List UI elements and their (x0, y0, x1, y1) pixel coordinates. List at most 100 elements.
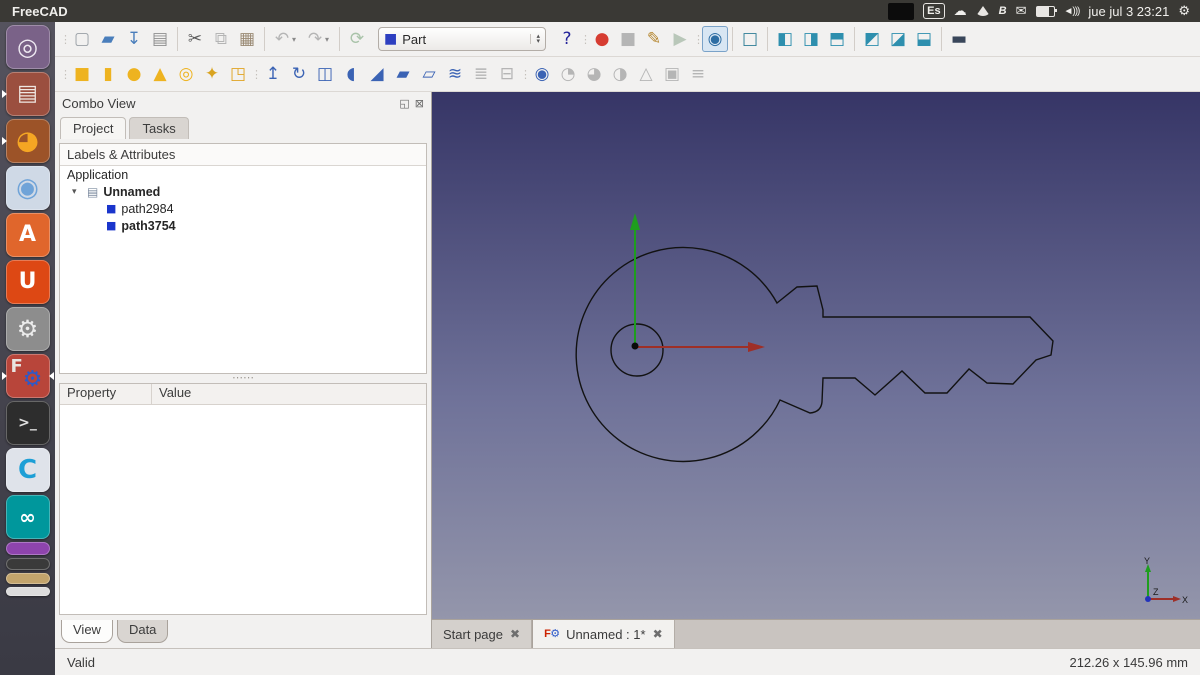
combo-view-tabs: Project Tasks (55, 114, 431, 139)
part-mirror-button[interactable]: ◫ (312, 61, 338, 87)
keyboard-layout-indicator[interactable]: Es (923, 3, 944, 19)
origin-point[interactable] (632, 343, 639, 350)
part-fillet-button[interactable]: ◖ (338, 61, 364, 87)
launcher-freecad[interactable]: ⚙F (6, 354, 50, 398)
part-cone-button[interactable]: ▲ (147, 61, 173, 87)
part-chamfer-button[interactable]: ◢ (364, 61, 390, 87)
launcher-chromium[interactable]: ◉ (6, 166, 50, 210)
view-left-button[interactable]: ◪ (885, 26, 911, 52)
open-button[interactable]: ▰ (95, 26, 121, 52)
cut-button[interactable]: ✂ (182, 26, 208, 52)
bluetooth-icon[interactable]: B (999, 5, 1007, 17)
part-box-button[interactable]: ■ (69, 61, 95, 87)
tree-item-document[interactable]: ▾ ▤ Unnamed (60, 183, 426, 200)
tab-view[interactable]: View (61, 620, 113, 643)
part-torus-button[interactable]: ◎ (173, 61, 199, 87)
close-icon[interactable]: ✖ (510, 627, 520, 641)
panel-float-button[interactable]: ◱ (399, 97, 409, 110)
workbench-spinner[interactable]: ▴ ▾ (530, 34, 540, 44)
print-button[interactable]: ▤ (147, 26, 173, 52)
part-revolve-button[interactable]: ↻ (286, 61, 312, 87)
toolbar-separator (264, 27, 265, 51)
part-extrude-button[interactable]: ↥ (260, 61, 286, 87)
clock[interactable]: jue jul 3 23:21 (1088, 4, 1169, 19)
tree-root-application[interactable]: Application (60, 166, 426, 183)
new-document-button[interactable]: ▢ (69, 26, 95, 52)
axis-x-arrow (1173, 596, 1181, 602)
spinner-down-icon[interactable]: ▾ (536, 39, 540, 44)
launcher-software-center[interactable]: A (6, 213, 50, 257)
launcher-c-app[interactable]: C (6, 448, 50, 492)
tree-item-path2984[interactable]: ■ path2984 (60, 200, 426, 217)
tab-project[interactable]: Project (60, 117, 126, 139)
part-intersection-button: ◑ (607, 61, 633, 87)
view-right-button[interactable]: ◨ (798, 26, 824, 52)
close-icon[interactable]: ✖ (653, 627, 663, 641)
launcher-terminal[interactable]: >_ (6, 401, 50, 445)
view-bottom-button[interactable]: ⬓ (911, 26, 937, 52)
launcher-folded-1[interactable] (6, 542, 50, 555)
workbench-selector[interactable]: ■ Part ▴ ▾ (378, 27, 546, 51)
part-sphere-button[interactable]: ● (121, 61, 147, 87)
session-menu-icon[interactable]: ⚙ (1178, 5, 1190, 18)
cloud-sync-icon[interactable]: ☁ (954, 5, 967, 18)
toolbar-grip[interactable]: ⋮ (60, 33, 69, 46)
viewport-canvas[interactable] (432, 92, 1200, 620)
view-axonometric-button[interactable]: □ (737, 26, 763, 52)
part-loft-button[interactable]: ≋ (442, 61, 468, 87)
launcher-ubuntu-one[interactable]: U (6, 260, 50, 304)
launcher-folded-3[interactable] (6, 573, 50, 584)
macro-record-button[interactable]: ● (589, 26, 615, 52)
launcher-folded-4[interactable] (6, 587, 50, 596)
tab-unnamed-document[interactable]: F ⚙ Unnamed : 1* ✖ (532, 620, 675, 648)
part-makeface-button[interactable]: ▰ (390, 61, 416, 87)
toolbar-grip[interactable]: ⋮ (520, 68, 529, 81)
battery-icon[interactable] (1036, 6, 1055, 17)
launcher-files[interactable]: ▤ (6, 72, 50, 116)
model-dimensions: 212.26 x 145.96 mm (1069, 655, 1188, 670)
part-boolean-button[interactable]: ◉ (529, 61, 555, 87)
tab-tasks[interactable]: Tasks (129, 117, 188, 139)
launcher-system-settings[interactable]: ⚙ (6, 307, 50, 351)
part-ruledsurface-button[interactable]: ▱ (416, 61, 442, 87)
view-front-button[interactable]: ◧ (772, 26, 798, 52)
launcher-ubuntu-dash[interactable]: ◎ (6, 25, 50, 69)
panel-splitter[interactable]: ⋯⋯ (59, 373, 427, 382)
part-cylinder-button[interactable]: ▮ (95, 61, 121, 87)
launcher-arduino[interactable]: ∞ (6, 495, 50, 539)
part-shapebuilder-button[interactable]: ◳ (225, 61, 251, 87)
column-property[interactable]: Property (60, 384, 152, 404)
toolbar-grip[interactable]: ⋮ (693, 33, 702, 46)
key-hole-circle[interactable] (611, 324, 663, 376)
scene-svg (432, 92, 1200, 620)
measure-distance-button[interactable]: ▬ (946, 26, 972, 52)
view-top-button[interactable]: ⬒ (824, 26, 850, 52)
paste-button[interactable]: ▦ (234, 26, 260, 52)
column-value[interactable]: Value (152, 384, 426, 404)
part-primitives-button[interactable]: ✦ (199, 61, 225, 87)
launcher-folded-2[interactable] (6, 558, 50, 570)
view-rear-button[interactable]: ◩ (859, 26, 885, 52)
tab-start-page[interactable]: Start page ✖ (432, 620, 532, 648)
whats-this-button[interactable]: ? (554, 26, 580, 52)
tab-data[interactable]: Data (117, 620, 168, 643)
key-outline-shape[interactable] (576, 247, 1053, 461)
tree-item-path3754[interactable]: ■ path3754 (60, 217, 426, 234)
fit-all-button[interactable]: ◉ (702, 26, 728, 52)
expander-icon[interactable]: ▾ (72, 186, 82, 197)
save-button[interactable]: ↧ (121, 26, 147, 52)
mail-icon[interactable]: ✉ (1016, 5, 1027, 18)
part-sweep-button: ≣ (468, 61, 494, 87)
launcher-ubuntu-dash-glyph: ◎ (17, 35, 38, 59)
panel-close-button[interactable]: ⊠ (415, 97, 424, 110)
macro-edit-button[interactable]: ✎ (641, 26, 667, 52)
toolbar-grip[interactable]: ⋮ (580, 33, 589, 46)
undo-button-dropdown-icon[interactable]: ▾ (292, 35, 302, 44)
wifi-icon[interactable] (976, 6, 990, 16)
volume-icon[interactable]: ◄))) (1064, 6, 1080, 17)
toolbar-grip[interactable]: ⋮ (251, 68, 260, 81)
redo-button-dropdown-icon[interactable]: ▾ (325, 35, 335, 44)
launcher-firefox[interactable]: ◕ (6, 119, 50, 163)
axis-label-y: Y (1144, 556, 1150, 566)
toolbar-grip[interactable]: ⋮ (60, 68, 69, 81)
